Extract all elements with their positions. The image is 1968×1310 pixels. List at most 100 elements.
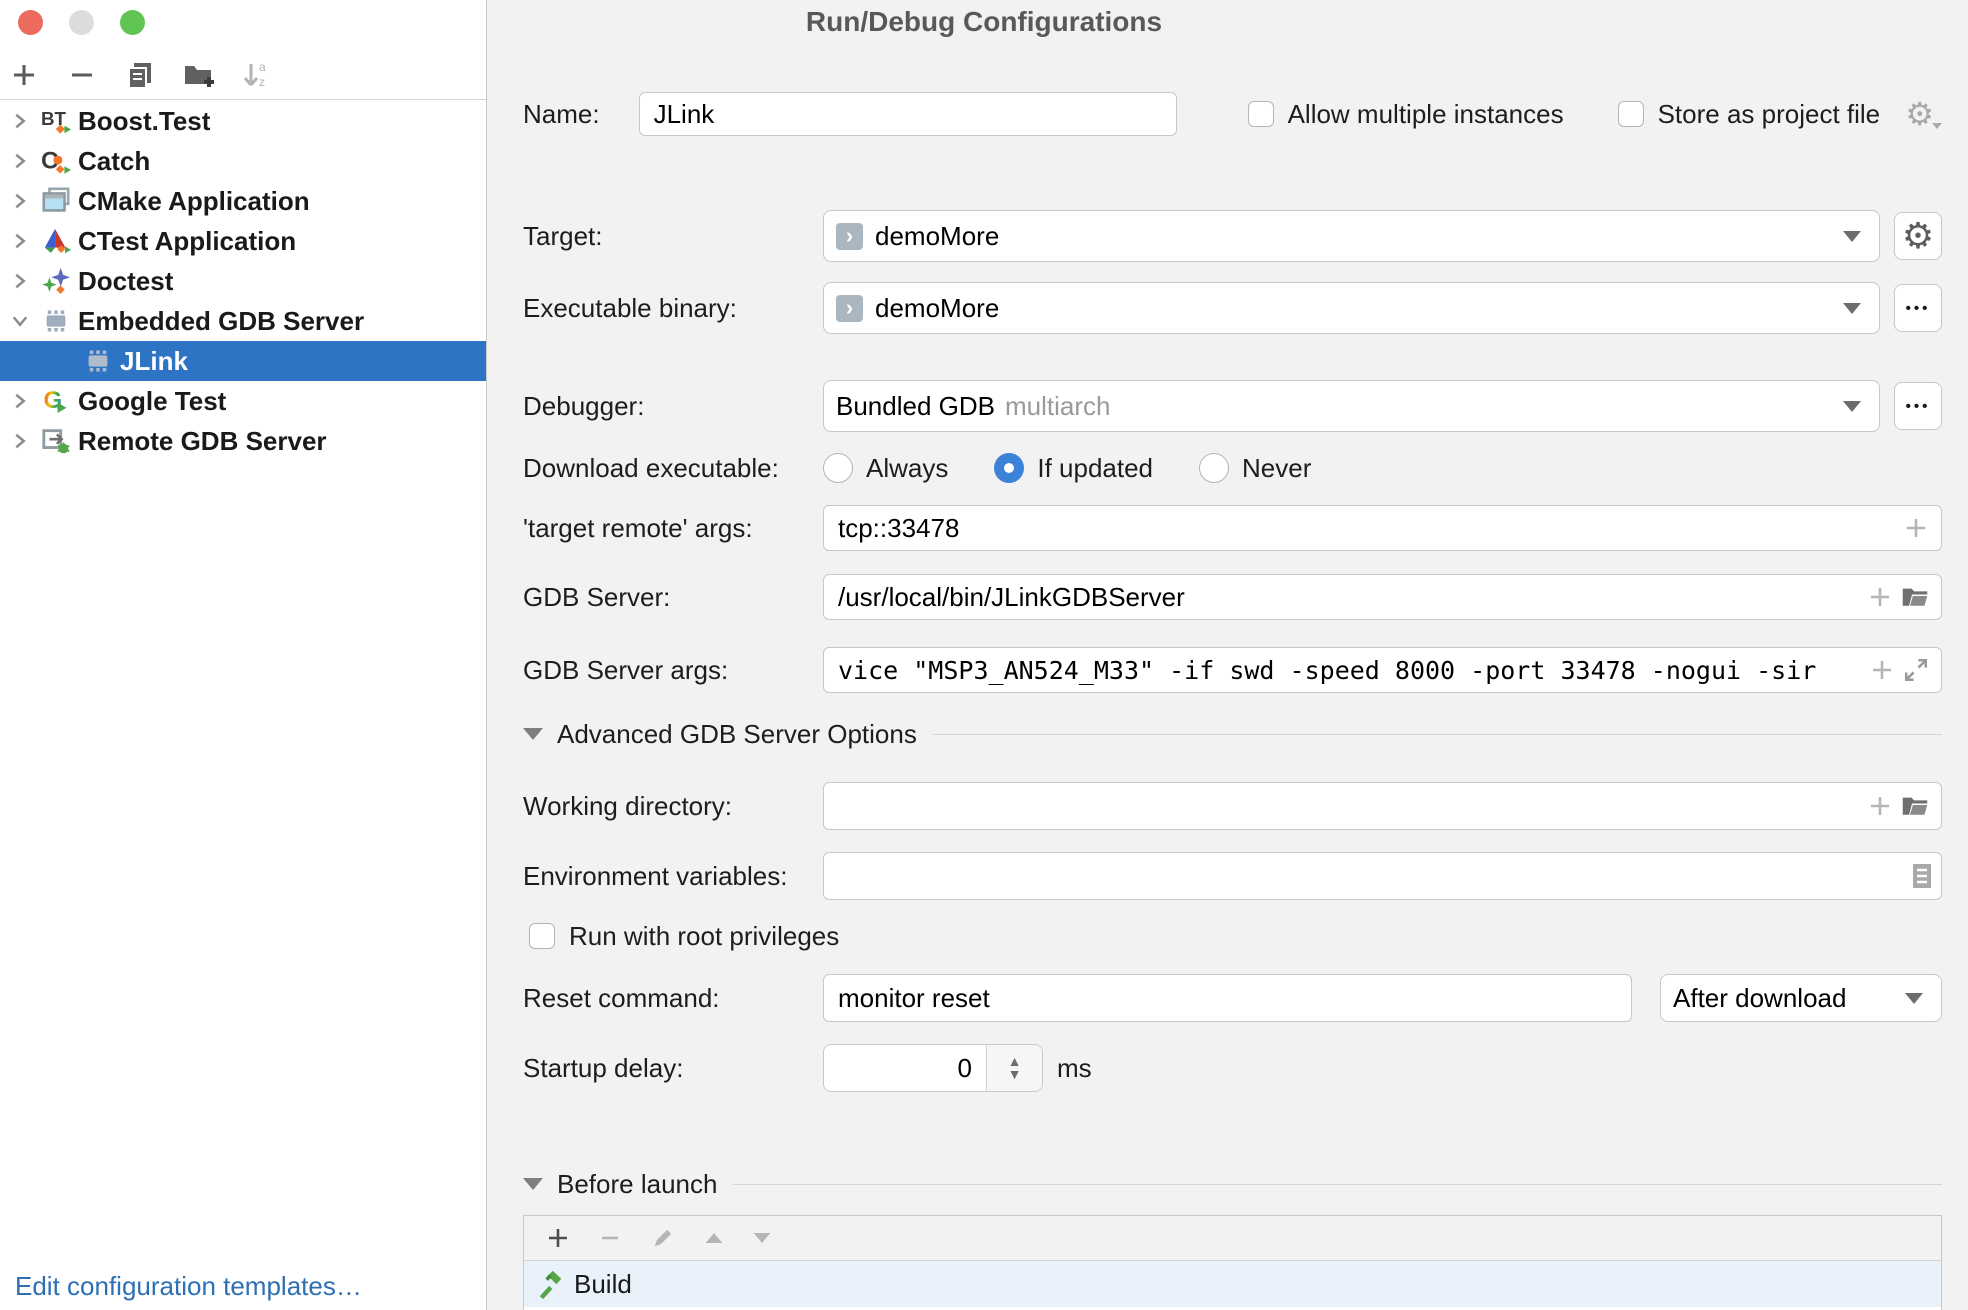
sidebar-item-embedded-gdb-server[interactable]: Embedded GDB Server [0,301,486,341]
name-input[interactable]: JLink [639,92,1177,136]
target-dropdown[interactable]: › demoMore [823,210,1880,262]
radio-always[interactable]: Always [823,453,948,484]
expand-icon[interactable] [1903,657,1929,683]
sidebar-item-jlink[interactable]: JLink [0,341,486,381]
svg-text:a: a [259,60,266,74]
chevron-right-icon[interactable] [10,191,40,211]
store-as-project-file-label: Store as project file [1658,99,1881,130]
startup-delay-label: Startup delay: [523,1053,823,1084]
chevron-right-icon[interactable] [10,231,40,251]
working-directory-input[interactable] [823,782,1942,830]
environment-variables-input[interactable] [823,852,1942,900]
tree-item-label: Embedded GDB Server [78,306,364,337]
svg-text:z: z [259,75,265,89]
before-launch-title: Before launch [557,1169,717,1200]
allow-multiple-instances-checkbox[interactable] [1248,101,1274,127]
ctest-application-icon [40,225,72,257]
tree-item-label: Google Test [78,386,226,417]
store-options-gear-icon[interactable]: ⚙ [1905,98,1942,130]
before-launch-task-build[interactable]: Build [524,1261,1941,1307]
chevron-down-icon [1843,303,1861,314]
run-with-root-privileges-checkbox[interactable] [529,923,555,949]
debugger-variant: multiarch [1005,391,1110,422]
before-launch-panel: Build [523,1215,1942,1310]
add-task-icon[interactable] [546,1226,570,1250]
gdb-server-args-input[interactable]: vice "MSP3_AN524_M33" -if swd -speed 800… [823,647,1942,693]
radio-circle-selected [994,453,1024,483]
run-debug-configurations-dialog: a z BT Boost.Test [0,0,1968,1310]
radio-never[interactable]: Never [1199,453,1311,484]
add-configuration-icon[interactable] [8,59,40,91]
edit-configuration-templates-link[interactable]: Edit configuration templates… [15,1271,362,1302]
chevron-right-icon[interactable] [10,431,40,451]
startup-delay-stepper[interactable]: 0 ▲ ▼ [823,1044,1043,1092]
remove-configuration-icon[interactable] [66,59,98,91]
boost-test-icon: BT [40,105,72,137]
gdb-server-label: GDB Server: [523,582,823,613]
cmake-application-icon [40,185,72,217]
stepper-down-icon[interactable]: ▼ [1008,1068,1022,1081]
chevron-right-icon[interactable] [10,391,40,411]
add-icon[interactable] [1903,515,1929,541]
sidebar-item-boost-test[interactable]: BT Boost.Test [0,101,486,141]
configuration-tree: BT Boost.Test C [0,101,486,461]
target-remote-args-input[interactable]: tcp::33478 [823,505,1942,551]
move-down-icon[interactable] [752,1228,772,1248]
edit-variables-icon[interactable] [1911,862,1933,890]
reset-mode-dropdown[interactable]: After download [1660,974,1942,1022]
folder-icon[interactable] [1901,583,1929,611]
sidebar-item-remote-gdb-server[interactable]: Remote GDB Server [0,421,486,461]
tree-item-label: CMake Application [78,186,310,217]
executable-browse-button[interactable]: ••• [1894,284,1942,332]
move-up-icon[interactable] [704,1228,724,1248]
sidebar-item-ctest-application[interactable]: CTest Application [0,221,486,261]
folder-icon[interactable] [1901,792,1929,820]
debugger-dropdown[interactable]: Bundled GDB multiarch [823,380,1880,432]
collapse-triangle-icon[interactable] [523,1178,543,1190]
new-folder-icon[interactable] [182,59,214,91]
chevron-right-icon[interactable] [10,271,40,291]
add-icon[interactable] [1867,793,1893,819]
target-remote-args-label: 'target remote' args: [523,513,823,544]
store-as-project-file-checkbox[interactable] [1618,101,1644,127]
add-icon[interactable] [1869,657,1895,683]
target-settings-button[interactable]: ⚙ [1894,212,1942,260]
debugger-browse-button[interactable]: ••• [1894,382,1942,430]
svg-text:BT: BT [41,108,67,129]
reset-mode-value: After download [1673,983,1846,1014]
advanced-gdb-options-section[interactable]: Advanced GDB Server Options [523,719,1942,749]
doctest-icon [40,265,72,297]
window-title: Run/Debug Configurations [0,6,1968,38]
radio-circle [823,453,853,483]
radio-if-updated[interactable]: If updated [994,453,1153,484]
stepper-arrows[interactable]: ▲ ▼ [986,1045,1042,1091]
chevron-right-icon[interactable] [10,111,40,131]
google-test-icon: G [40,385,72,417]
sort-alphabetically-icon[interactable]: a z [240,59,272,91]
target-label: Target: [523,221,823,252]
section-divider [733,1184,1942,1185]
debugger-value: Bundled GDB [836,391,995,422]
collapse-triangle-icon[interactable] [523,728,543,740]
sidebar-item-cmake-application[interactable]: CMake Application [0,181,486,221]
section-divider [933,734,1942,735]
sidebar-item-doctest[interactable]: Doctest [0,261,486,301]
copy-configuration-icon[interactable] [124,59,156,91]
target-value: demoMore [875,221,999,252]
reset-command-input[interactable]: monitor reset [823,974,1632,1022]
debugger-label: Debugger: [523,391,823,422]
executable-binary-dropdown[interactable]: › demoMore [823,282,1880,334]
before-launch-toolbar [524,1216,1941,1261]
chip-icon [82,345,114,377]
gdb-server-input[interactable]: /usr/local/bin/JLinkGDBServer [823,574,1942,620]
chevron-right-icon[interactable] [10,151,40,171]
tree-item-label: CTest Application [78,226,296,257]
edit-task-icon[interactable] [650,1225,676,1251]
chevron-down-icon[interactable] [10,311,40,331]
remove-task-icon[interactable] [598,1226,622,1250]
sidebar-item-catch[interactable]: C Catch [0,141,486,181]
add-icon[interactable] [1867,584,1893,610]
tree-item-label: JLink [120,346,188,377]
sidebar-item-google-test[interactable]: G Google Test [0,381,486,421]
before-launch-section[interactable]: Before launch [523,1169,1942,1199]
